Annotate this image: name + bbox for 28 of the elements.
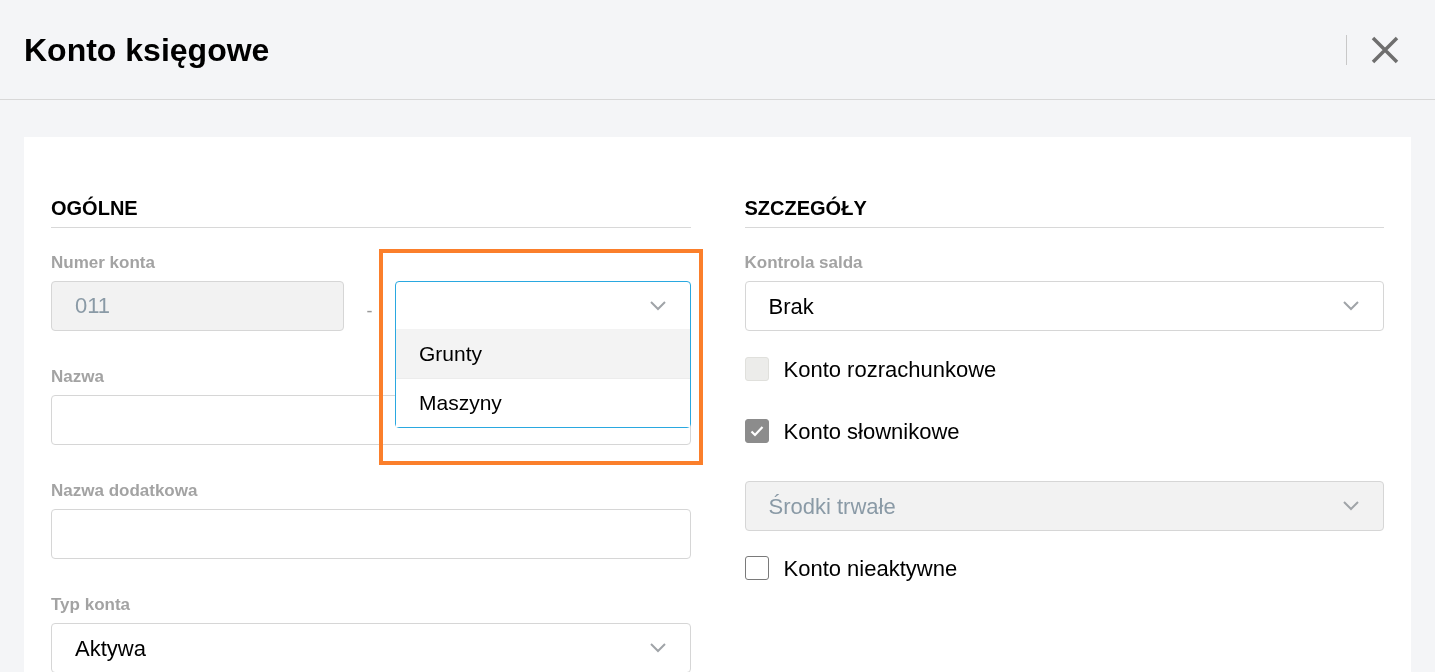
section-heading: SZCZEGÓŁY — [744, 197, 867, 219]
checkbox[interactable] — [744, 556, 769, 580]
checkbox-label: Konto rozrachunkowe — [783, 355, 997, 384]
field-label: Numer konta — [51, 253, 156, 273]
chevron-down-icon — [649, 643, 666, 653]
checkmark-icon — [749, 425, 764, 437]
chevron-down-icon — [649, 300, 666, 311]
dropdown-option[interactable]: Maszyny — [396, 378, 690, 427]
field-label: Kontrola salda — [744, 253, 864, 273]
select-value: Środki trwałe — [768, 492, 896, 521]
close-icon — [1371, 35, 1399, 64]
select-value: Brak — [768, 292, 814, 321]
separator-dash: - — [365, 299, 374, 323]
dropdown-option[interactable]: Grunty — [396, 329, 690, 378]
select-field[interactable]: Aktywa — [51, 623, 691, 672]
section-heading: OGÓLNE — [51, 197, 138, 219]
field-label: Typ konta — [51, 595, 132, 615]
field-label: Nazwa dodatkowa — [51, 481, 199, 501]
chevron-down-icon — [1343, 301, 1359, 311]
dropdown-menu[interactable]: Grunty Maszyny — [395, 281, 691, 428]
field-label: Nazwa — [51, 367, 105, 387]
checkbox-label: Konto słownikowe — [783, 417, 960, 446]
select-field[interactable]: Brak — [744, 281, 1384, 331]
input-field[interactable] — [51, 509, 691, 559]
window-title: Konto księgowe — [24, 30, 270, 70]
select-value: Aktywa — [75, 634, 146, 663]
checkbox-label: Konto nieaktywne — [783, 554, 958, 583]
chevron-down-icon — [1343, 501, 1359, 511]
